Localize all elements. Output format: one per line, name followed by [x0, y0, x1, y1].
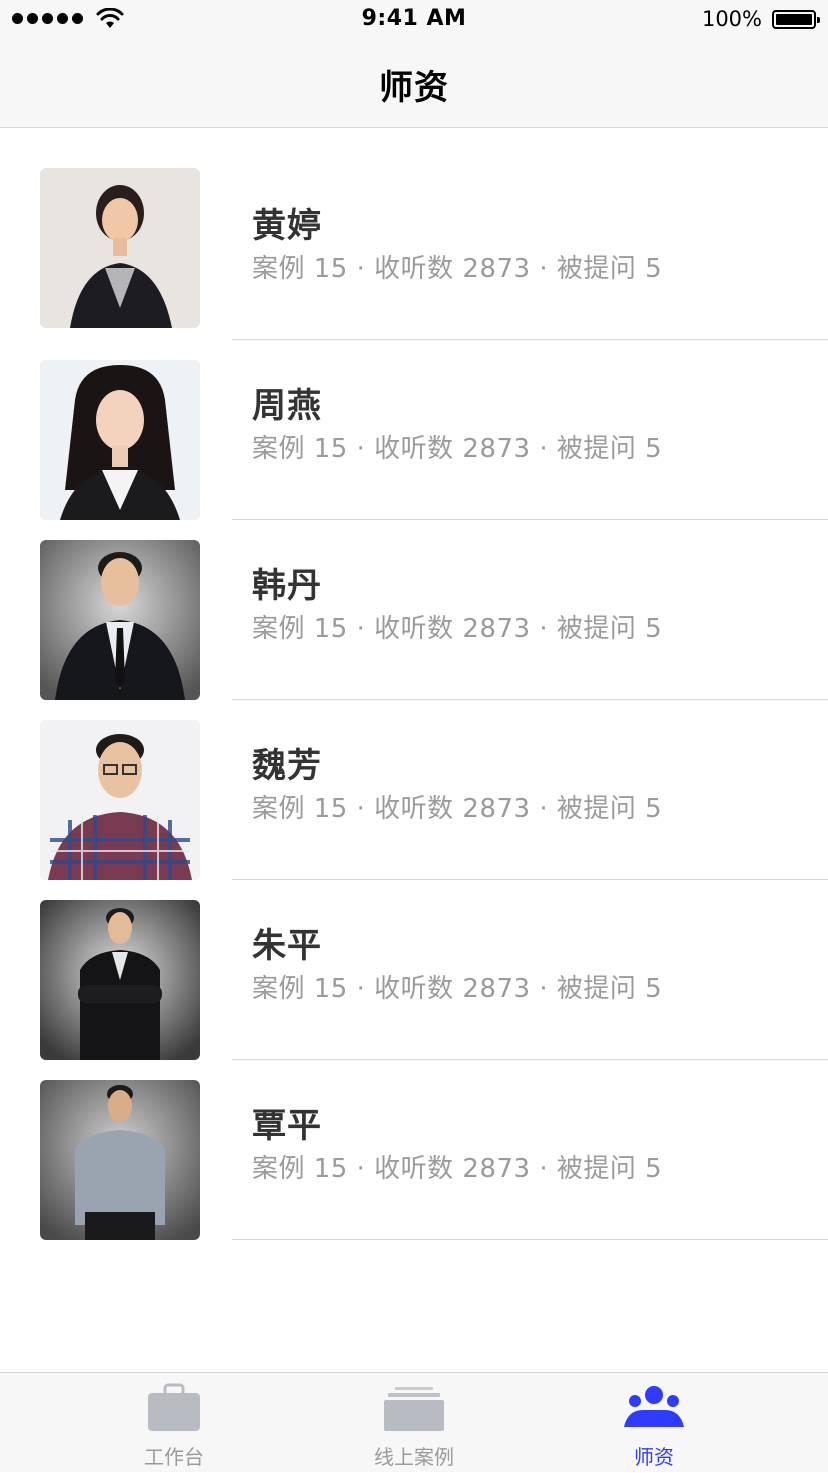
teacher-stats: 案例 15 · 收听数 2873 · 被提问 5 [252, 614, 663, 644]
teacher-stats: 案例 15 · 收听数 2873 · 被提问 5 [252, 974, 663, 1004]
tab-workbench[interactable]: 工作台 [36, 1373, 312, 1473]
battery-icon [772, 10, 820, 29]
teacher-info: 周燕 案例 15 · 收听数 2873 · 被提问 5 [252, 384, 662, 466]
teacher-stats: 案例 15 · 收听数 2873 · 被提问 5 [252, 794, 663, 824]
teacher-stats: 案例 15 · 收听数 2873 · 被提问 5 [252, 434, 663, 464]
tab-label: 线上案例 [374, 1445, 454, 1469]
status-bar: 9:41 AM 100% [0, 0, 828, 40]
battery-percent: 100% [701, 7, 762, 31]
stack-icon [384, 1387, 444, 1431]
teacher-row[interactable]: 朱平 案例 15 · 收听数 2873 · 被提问 5 [0, 880, 828, 1060]
teacher-stats: 案例 15 · 收听数 2873 · 被提问 5 [252, 254, 663, 284]
tab-bar: 工作台 线上案例 师资 [0, 1372, 828, 1472]
teacher-name: 魏芳 [252, 746, 322, 786]
teacher-row[interactable]: 魏芳 案例 15 · 收听数 2873 · 被提问 5 [0, 700, 828, 880]
teacher-photo [40, 900, 200, 1060]
teacher-name: 覃平 [252, 1106, 322, 1146]
teacher-name: 韩丹 [252, 566, 322, 606]
navigation-bar: 师资 [0, 40, 828, 128]
teacher-photo [40, 540, 200, 700]
people-icon [624, 1386, 684, 1427]
teacher-info: 韩丹 案例 15 · 收听数 2873 · 被提问 5 [252, 564, 662, 646]
tab-teachers[interactable]: 师资 [516, 1373, 792, 1473]
teacher-row[interactable]: 韩丹 案例 15 · 收听数 2873 · 被提问 5 [0, 520, 828, 700]
tab-label: 工作台 [144, 1445, 204, 1469]
tab-label: 师资 [634, 1445, 674, 1469]
teacher-photo [40, 360, 200, 520]
teacher-info: 魏芳 案例 15 · 收听数 2873 · 被提问 5 [252, 744, 662, 826]
teacher-photo [40, 720, 200, 880]
teacher-name: 黄婷 [252, 206, 322, 246]
teacher-row[interactable]: 周燕 案例 15 · 收听数 2873 · 被提问 5 [0, 340, 828, 520]
teacher-name: 周燕 [252, 386, 322, 426]
teacher-photo [40, 168, 200, 328]
teacher-row[interactable]: 黄婷 案例 15 · 收听数 2873 · 被提问 5 [0, 128, 828, 340]
teacher-info: 黄婷 案例 15 · 收听数 2873 · 被提问 5 [252, 204, 662, 286]
teacher-stats: 案例 15 · 收听数 2873 · 被提问 5 [252, 1154, 663, 1184]
briefcase-icon [148, 1383, 200, 1431]
teacher-info: 朱平 案例 15 · 收听数 2873 · 被提问 5 [252, 924, 662, 1006]
tab-online-cases[interactable]: 线上案例 [276, 1373, 552, 1473]
row-divider [232, 1239, 828, 1240]
teacher-list: 黄婷 案例 15 · 收听数 2873 · 被提问 5 周燕 案例 15 · 收… [0, 128, 828, 1240]
teacher-photo [40, 1080, 200, 1240]
teacher-info: 覃平 案例 15 · 收听数 2873 · 被提问 5 [252, 1104, 662, 1186]
teacher-row[interactable]: 覃平 案例 15 · 收听数 2873 · 被提问 5 [0, 1060, 828, 1240]
teacher-name: 朱平 [252, 926, 322, 966]
page-title: 师资 [379, 68, 449, 108]
